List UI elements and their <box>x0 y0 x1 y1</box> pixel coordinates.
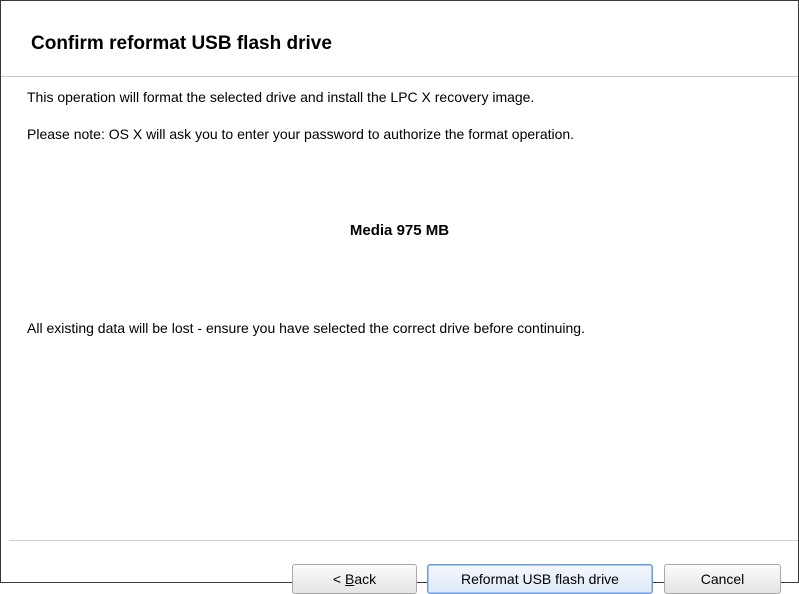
reformat-usb-button[interactable]: Reformat USB flash drive <box>427 564 653 594</box>
selected-drive-label: Media 975 MB <box>349 222 450 239</box>
back-button-mnemonic: B <box>344 571 355 587</box>
footer-divider <box>9 540 798 541</box>
header-divider <box>1 76 798 77</box>
dialog-window: Confirm reformat USB flash drive This op… <box>0 0 799 594</box>
dialog-header: Confirm reformat USB flash drive <box>1 1 798 77</box>
back-button[interactable]: < Back <box>292 564 417 594</box>
data-loss-warning: All existing data will be lost - ensure … <box>27 320 585 336</box>
dialog-title: Confirm reformat USB flash drive <box>31 33 332 54</box>
back-button-rest: ack <box>354 571 377 587</box>
back-button-prefix: < <box>332 571 345 587</box>
password-note: Please note: OS X will ask you to enter … <box>27 126 575 142</box>
cancel-button[interactable]: Cancel <box>664 564 781 594</box>
operation-description: This operation will format the selected … <box>27 89 535 105</box>
